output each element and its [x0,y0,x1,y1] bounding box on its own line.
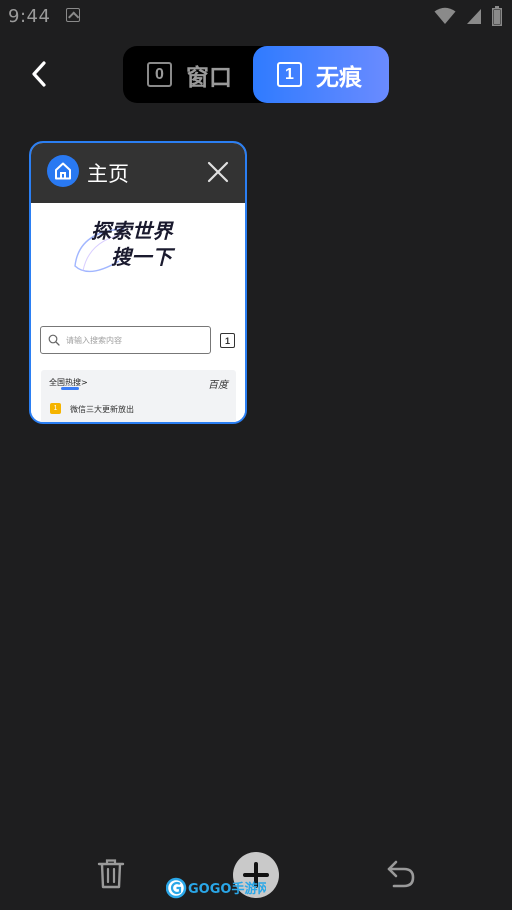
tab-incognito[interactable]: 1 无痕 [253,46,389,103]
hot-search-panel: 全国热搜> 百度 1 微信三大更新放出 [41,370,236,422]
search-placeholder: 请输入搜索内容 [66,335,122,345]
status-icons [434,6,502,26]
hot-item-rank: 1 [50,403,61,414]
hot-item-text: 微信三大更新放出 [70,405,134,414]
battery-icon [492,6,502,26]
mode-switch: 0 窗口 1 无痕 [123,46,389,103]
hot-search-source: 百度 [208,380,228,391]
watermark-text: GOGO手游网 [188,881,266,897]
app-notification-icon [66,8,80,22]
close-tab-button[interactable] [205,159,231,185]
hero-line-2: 搜一下 [111,245,173,269]
windows-count-badge: 0 [147,62,172,87]
signal-icon [467,9,481,24]
preview-search-box: 请输入搜索内容 [40,326,211,354]
preview-tab-count: 1 [220,333,235,348]
hot-title-underline [61,387,79,390]
back-button[interactable] [22,56,56,92]
tab-card[interactable]: 主页 探索世界 搜一下 请输入搜索内容 1 全国热搜> 百度 1 微信三大更新放… [29,141,247,424]
bottom-toolbar: GOGO手游网 [0,840,512,910]
hero-line-1: 探索世界 [91,219,173,243]
tab-windows-label: 窗口 [186,64,232,91]
card-title: 主页 [87,162,129,186]
tab-windows[interactable]: 0 窗口 [147,46,232,103]
close-icon [207,161,229,183]
trash-icon [97,859,125,889]
search-icon [48,334,60,346]
clear-tabs-button[interactable] [94,856,128,892]
tab-preview: 探索世界 搜一下 请输入搜索内容 1 全国热搜> 百度 1 微信三大更新放出 [31,203,245,422]
home-icon [47,155,79,187]
watermark-logo: GOGO手游网 [166,877,266,899]
hero-banner: 探索世界 搜一下 [74,215,199,279]
wifi-icon [434,7,456,24]
tab-incognito-label: 无痕 [316,64,362,91]
chevron-left-icon [32,61,46,87]
status-time: 9:44 [8,6,51,27]
status-bar: 9:44 [0,0,512,36]
undo-icon [387,860,415,888]
undo-button[interactable] [383,856,419,892]
incognito-count-badge: 1 [277,62,302,87]
card-header: 主页 [31,143,245,203]
